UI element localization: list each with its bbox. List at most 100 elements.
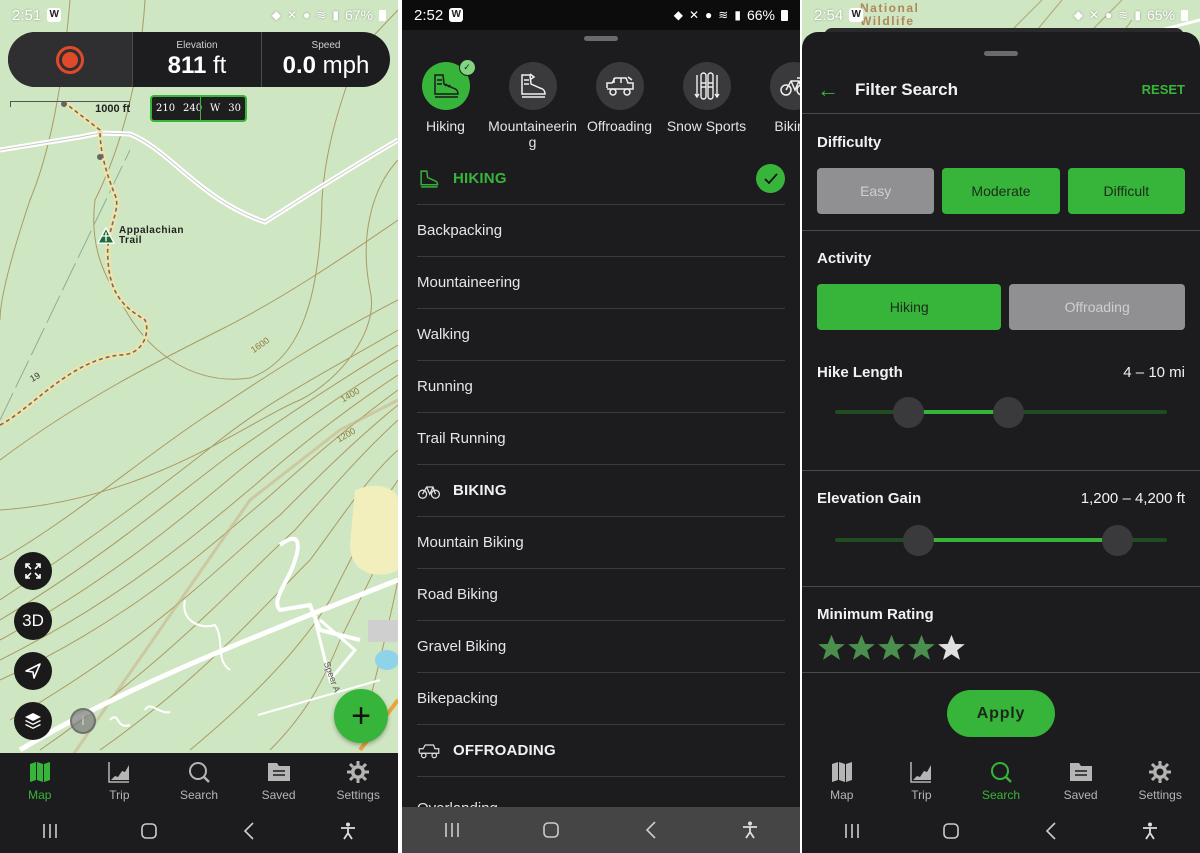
tab-search[interactable]: Search: [961, 753, 1041, 809]
status-bar: 2:52 W ◆ ✕ ● ≋ ▮ 66%: [402, 0, 800, 30]
trail-marker[interactable]: Appalachian Trail: [97, 226, 184, 246]
3d-toggle-button[interactable]: 3D: [14, 602, 52, 640]
bike-icon: [417, 485, 441, 499]
category-biking[interactable]: Biking: [750, 62, 800, 150]
recent-apps-button[interactable]: [30, 816, 70, 846]
tab-settings[interactable]: Settings: [1120, 753, 1200, 809]
tab-trip[interactable]: Trip: [882, 753, 962, 809]
tab-label: Map: [28, 788, 52, 802]
compass-indicator: [200, 97, 201, 120]
category-snow-sports[interactable]: Snow Sports: [663, 62, 750, 150]
star-rating[interactable]: [817, 633, 1185, 662]
layers-button[interactable]: [14, 702, 52, 740]
tab-saved[interactable]: Saved: [1041, 753, 1121, 809]
star-filled-icon[interactable]: [877, 633, 906, 662]
activity-offroading-option[interactable]: Offroading: [1009, 284, 1185, 330]
elevation-readout: Elevation 811 ft: [132, 32, 261, 87]
locate-button[interactable]: [14, 652, 52, 690]
slider-max-thumb[interactable]: [1102, 525, 1134, 556]
tab-label: Map: [830, 788, 854, 802]
category-mountaineering[interactable]: Mountaineering: [488, 62, 577, 150]
slider-min-thumb[interactable]: [903, 525, 934, 556]
accessibility-button[interactable]: [730, 815, 770, 845]
tab-settings[interactable]: Settings: [318, 753, 398, 809]
add-button[interactable]: +: [334, 689, 388, 743]
hike-length-range: 4 – 10 mi: [1123, 364, 1185, 381]
system-nav-bar: [402, 807, 800, 853]
slider-max-thumb[interactable]: [992, 397, 1024, 428]
star-filled-icon[interactable]: [817, 633, 846, 662]
hike-length-slider[interactable]: [835, 395, 1167, 429]
hike-length-label: Hike Length: [817, 364, 903, 381]
category-carousel[interactable]: ✓ Hiking Mountaineering Offroading Snow …: [402, 59, 800, 150]
drag-handle[interactable]: [984, 51, 1018, 56]
tab-saved[interactable]: Saved: [239, 753, 319, 809]
speed-unit: mph: [322, 52, 370, 79]
list-item[interactable]: Running: [417, 361, 785, 413]
status-time: 2:54: [814, 6, 844, 24]
fullscreen-button[interactable]: [14, 552, 52, 590]
back-button[interactable]: [631, 815, 671, 845]
search-icon: [990, 762, 1012, 783]
star-empty-icon[interactable]: [937, 633, 966, 662]
robot-icon: ◆: [673, 8, 683, 22]
info-button[interactable]: i: [70, 708, 96, 734]
star-filled-icon[interactable]: [847, 633, 876, 662]
activity-hiking-option[interactable]: Hiking: [817, 284, 1002, 330]
tab-search[interactable]: Search: [159, 753, 239, 809]
map-screen: 2:51 W ◆ ✕ ● ≋ ▮ 67% Elevation 811 ft Sp…: [0, 0, 398, 853]
trail-shield-icon: [97, 227, 115, 244]
recents-icon: [444, 823, 459, 837]
accessibility-button[interactable]: [1130, 816, 1170, 846]
section-selected-check-icon[interactable]: [756, 164, 785, 193]
list-item[interactable]: Walking: [417, 309, 785, 361]
section-header-biking[interactable]: BIKING: [417, 465, 785, 517]
list-item[interactable]: Overlanding: [417, 777, 785, 807]
list-item[interactable]: Backpacking: [417, 205, 785, 257]
record-button[interactable]: [8, 32, 132, 87]
category-label: Mountaineering: [488, 118, 577, 150]
folder-icon: [267, 763, 290, 781]
tab-map[interactable]: Map: [0, 753, 80, 809]
difficulty-difficult-option[interactable]: Difficult: [1067, 168, 1185, 214]
mute-icon: ✕: [688, 8, 700, 22]
apply-button[interactable]: Apply: [947, 690, 1055, 737]
category-offroading[interactable]: Offroading: [576, 62, 663, 150]
wifi-icon: ≋: [316, 8, 327, 22]
tab-trip[interactable]: Trip: [80, 753, 160, 809]
list-item[interactable]: Road Biking: [417, 569, 785, 621]
star-filled-icon[interactable]: [907, 633, 936, 662]
reset-button[interactable]: RESET: [1142, 82, 1185, 97]
recent-apps-button[interactable]: [832, 816, 872, 846]
home-button[interactable]: [129, 816, 169, 846]
back-button[interactable]: [229, 816, 269, 846]
home-button[interactable]: [931, 816, 971, 846]
map-icon: [29, 762, 50, 782]
compass-strip[interactable]: 210 240 W 30: [150, 95, 247, 122]
list-item[interactable]: Gravel Biking: [417, 621, 785, 673]
section-label: Activity: [817, 250, 872, 267]
category-hiking[interactable]: ✓ Hiking: [402, 59, 489, 150]
battery-icon: [379, 9, 386, 21]
search-icon: [188, 762, 210, 783]
section-title: OFFROADING: [453, 742, 556, 759]
recent-apps-button[interactable]: [432, 815, 472, 845]
difficulty-moderate-option[interactable]: Moderate: [942, 168, 1060, 214]
home-button[interactable]: [531, 815, 571, 845]
slider-min-thumb[interactable]: [893, 397, 925, 428]
list-item[interactable]: Mountaineering: [417, 257, 785, 309]
tab-map[interactable]: Map: [802, 753, 882, 809]
back-button[interactable]: [1031, 816, 1071, 846]
list-item[interactable]: Bikepacking: [417, 673, 785, 725]
difficulty-easy-option[interactable]: Easy: [817, 168, 935, 214]
section-header-hiking[interactable]: HIKING: [417, 153, 785, 205]
back-arrow-icon[interactable]: ←: [817, 77, 855, 103]
category-label: Offroading: [586, 118, 653, 134]
list-item-label: Trail Running: [417, 430, 506, 447]
elevation-gain-slider[interactable]: [835, 523, 1167, 557]
list-item[interactable]: Trail Running: [417, 413, 785, 465]
drag-handle[interactable]: [584, 36, 618, 41]
list-item[interactable]: Mountain Biking: [417, 517, 785, 569]
section-header-offroading[interactable]: OFFROADING: [417, 725, 785, 777]
accessibility-button[interactable]: [328, 816, 368, 846]
